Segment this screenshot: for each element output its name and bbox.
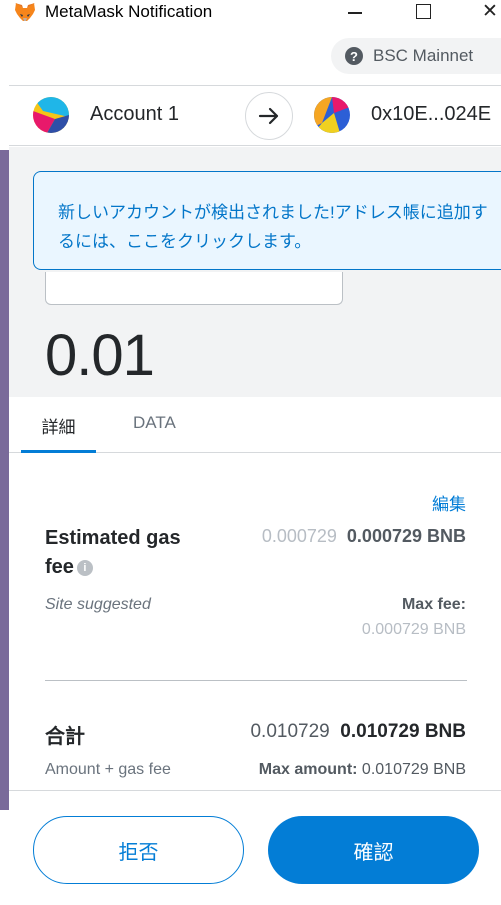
action-footer: 拒否 確認 — [9, 790, 501, 905]
from-account-name[interactable]: Account 1 — [90, 103, 179, 126]
arrow-right-icon — [245, 92, 293, 140]
confirm-button[interactable]: 確認 — [268, 816, 479, 884]
tab-bar: 詳細 DATA — [9, 397, 501, 453]
window-title: MetaMask Notification — [45, 2, 213, 21]
notice-text: 新しいアカウントが検出されました!アドレス帳に追加するには、ここをクリックします… — [58, 203, 488, 251]
max-fee-value: 0.000729 BNB — [361, 621, 466, 638]
tab-details[interactable]: 詳細 — [21, 413, 96, 453]
desktop-background — [0, 0, 9, 905]
account-avatar — [33, 97, 69, 133]
maximize-button[interactable] — [416, 4, 431, 19]
total-value-bold: 0.010729 BNB — [340, 721, 466, 742]
metamask-fox-icon — [15, 3, 35, 21]
max-fee-label: Max fee: — [401, 596, 466, 613]
site-suggested-label: Site suggested — [45, 596, 151, 613]
info-icon[interactable]: i — [76, 560, 93, 576]
amount-gas-label: Amount + gas fee — [45, 761, 171, 778]
gas-fee-values: 0.000729 0.000729 BNB — [262, 526, 466, 547]
reject-button[interactable]: 拒否 — [33, 816, 244, 884]
close-button[interactable]: ✕ — [482, 0, 498, 23]
total-value: 0.010729 — [250, 721, 330, 742]
tab-data[interactable]: DATA — [133, 413, 176, 433]
method-box — [45, 272, 343, 305]
minimize-button[interactable] — [348, 12, 362, 14]
total-values: 0.010729 0.010729 BNB — [250, 721, 466, 743]
transaction-amount: 0.01 — [45, 323, 155, 388]
recipient-address[interactable]: 0x10E...024E — [371, 103, 491, 126]
new-account-notice[interactable]: 新しいアカウントが検出されました!アドレス帳に追加するには、ここをクリックします… — [33, 171, 501, 270]
max-amount-value: 0.010729 BNB — [361, 761, 466, 778]
gas-fee-bold: 0.000729 BNB — [346, 526, 466, 546]
max-amount: Max amount: 0.010729 BNB — [259, 761, 466, 779]
network-label: BSC Mainnet — [373, 46, 474, 65]
gas-fee-title: Estimated gas fee i — [45, 524, 205, 582]
recipient-avatar — [314, 97, 350, 133]
window-titlebar: MetaMask Notification ✕ — [0, 0, 501, 26]
divider — [45, 680, 467, 681]
network-selector[interactable]: ? BSC Mainnet — [331, 38, 501, 74]
details-panel: 編集 Estimated gas fee i 0.000729 0.000729 … — [9, 454, 501, 790]
max-amount-label: Max amount: — [258, 761, 358, 778]
gas-fee-muted: 0.000729 — [261, 526, 337, 546]
total-label: 合計 — [45, 726, 85, 748]
network-bar: ? BSC Mainnet — [9, 26, 501, 86]
account-row: Account 1 0x10E...024E — [9, 86, 501, 146]
edit-link[interactable]: 編集 — [432, 490, 466, 515]
question-icon: ? — [345, 47, 363, 65]
gas-fee-label: Estimated gas fee — [45, 527, 181, 578]
